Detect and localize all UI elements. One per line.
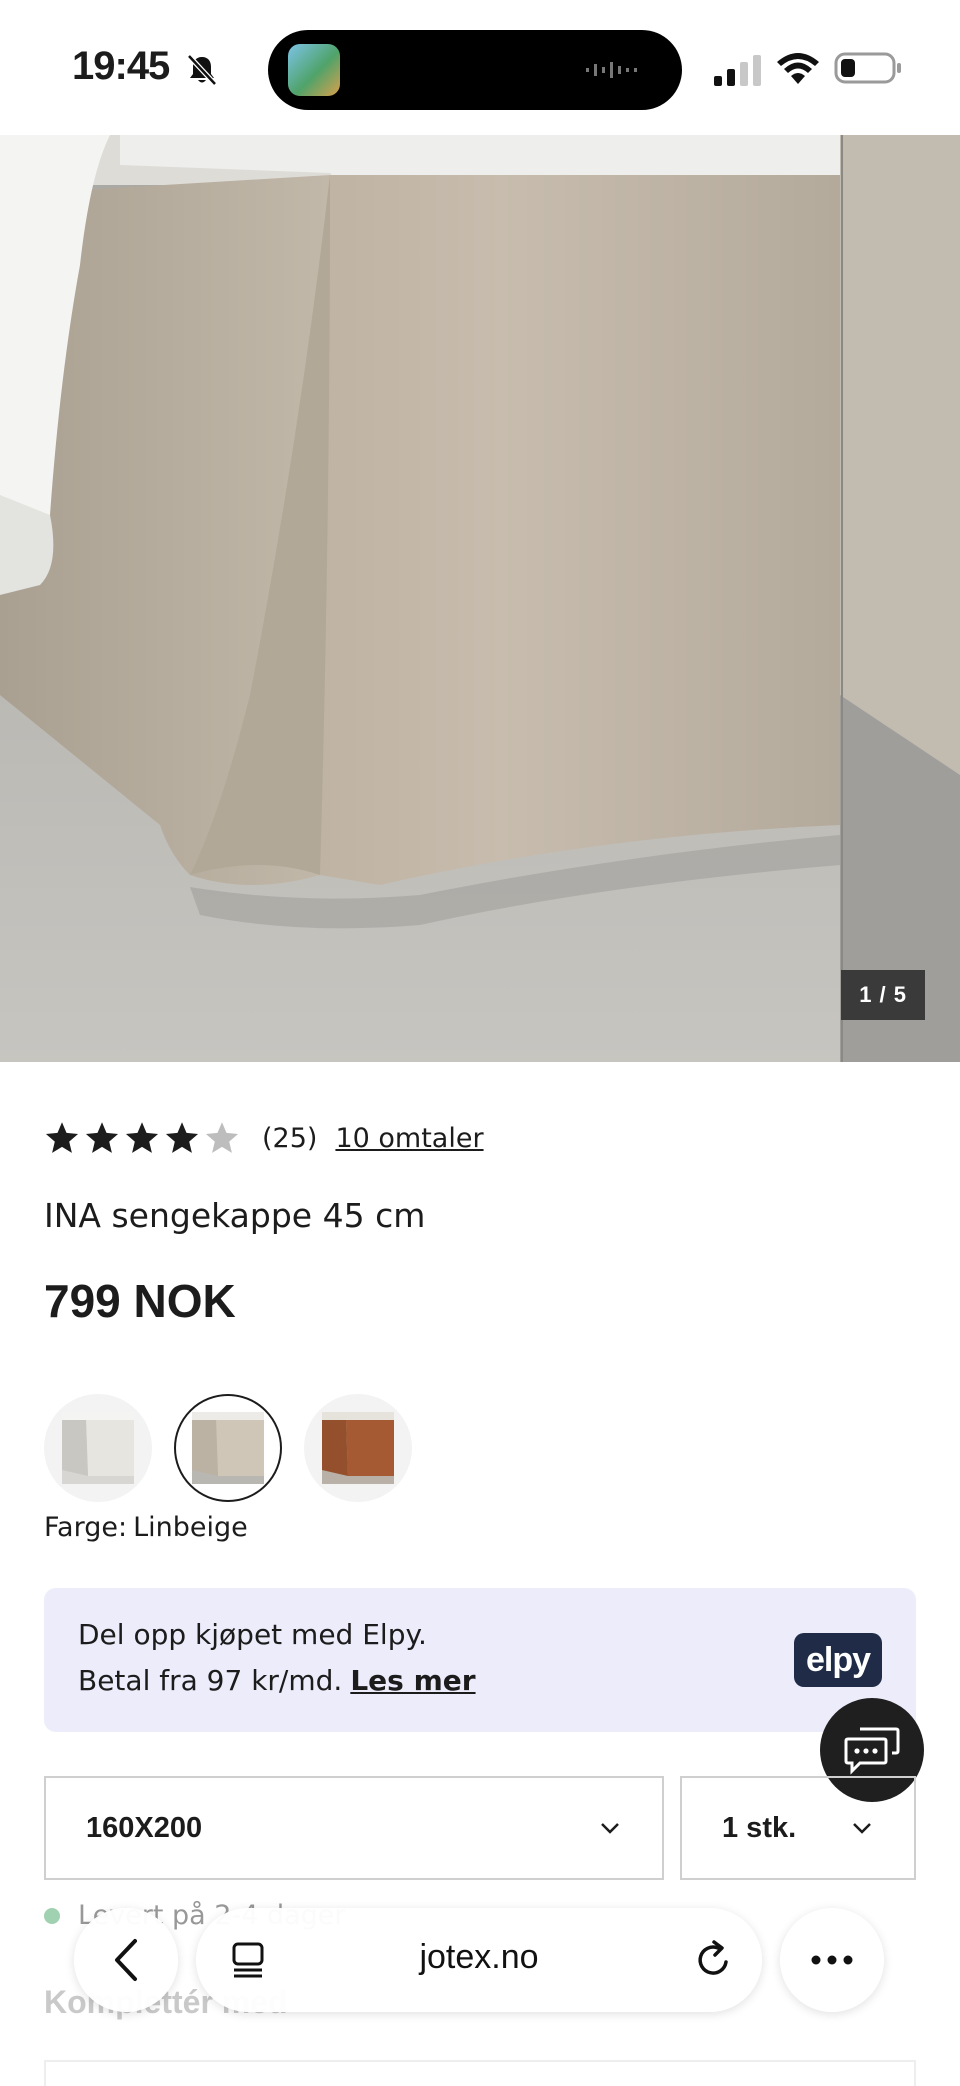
reload-icon[interactable] — [692, 1938, 736, 1982]
audio-wave-icon — [586, 62, 637, 78]
chevron-down-icon — [853, 1823, 871, 1834]
product-image — [0, 135, 840, 1062]
swatch-linbeige[interactable] — [174, 1394, 282, 1502]
wifi-icon — [777, 53, 819, 84]
chevron-left-icon — [115, 1939, 137, 1981]
swatch-linbeige-image — [192, 1412, 264, 1484]
recommendation-card[interactable] — [44, 2060, 916, 2086]
product-title: INA sengekappe 45 cm — [44, 1196, 426, 1235]
reviews-link[interactable]: 10 omtaler — [335, 1123, 483, 1154]
color-value: Linbeige — [133, 1512, 248, 1543]
chevron-down-icon — [601, 1823, 619, 1834]
more-icon — [811, 1955, 853, 1965]
battery-icon — [834, 52, 901, 84]
next-product-image — [840, 135, 960, 1062]
elpy-line2: Betal fra 97 kr/md. Les mer — [78, 1664, 476, 1697]
rating-row: (25) 10 omtaler — [44, 1118, 484, 1158]
cellular-signal-icon — [714, 55, 761, 86]
chat-icon — [844, 1727, 900, 1775]
star-filled-icon — [85, 1122, 119, 1153]
star-filled-icon — [45, 1122, 79, 1153]
size-select[interactable]: 160X200 — [44, 1776, 664, 1880]
elpy-logo: elpy — [794, 1633, 882, 1687]
bell-slash-icon — [187, 54, 217, 86]
image-counter: 1 / 5 — [841, 970, 925, 1020]
quantity-value: 1 stk. — [722, 1811, 797, 1844]
color-swatches — [44, 1394, 412, 1502]
swatch-rust-image — [322, 1412, 394, 1484]
star-filled-icon — [165, 1122, 199, 1153]
swatch-rust[interactable] — [304, 1394, 412, 1502]
address-bar[interactable]: jotex.no — [196, 1908, 762, 2012]
quantity-select[interactable]: 1 stk. — [680, 1776, 916, 1880]
product-price: 799 NOK — [44, 1275, 236, 1327]
dynamic-island — [268, 30, 682, 110]
status-time: 19:45 — [72, 44, 170, 88]
product-image-gallery[interactable]: 1 / 5 — [0, 135, 960, 1062]
back-button[interactable] — [74, 1908, 178, 2012]
elpy-line1: Del opp kjøpet med Elpy. — [78, 1618, 427, 1651]
color-label: Farge: Linbeige — [44, 1512, 248, 1543]
size-value: 160X200 — [86, 1811, 203, 1844]
url-text: jotex.no — [419, 1938, 539, 1976]
elpy-banner: Del opp kjøpet med Elpy. Betal fra 97 kr… — [44, 1588, 916, 1732]
swatch-white[interactable] — [44, 1394, 152, 1502]
swatch-white-image — [62, 1412, 134, 1484]
more-button[interactable] — [780, 1908, 884, 2012]
rating-count: (25) — [262, 1122, 318, 1154]
browser-toolbar: jotex.no — [0, 1900, 960, 2020]
star-empty-icon — [205, 1122, 239, 1153]
rating-stars — [44, 1120, 240, 1156]
status-bar: 19:45 — [0, 0, 960, 135]
star-filled-icon — [125, 1122, 159, 1153]
now-playing-app-icon — [288, 44, 340, 96]
elpy-read-more-link[interactable]: Les mer — [350, 1664, 475, 1697]
